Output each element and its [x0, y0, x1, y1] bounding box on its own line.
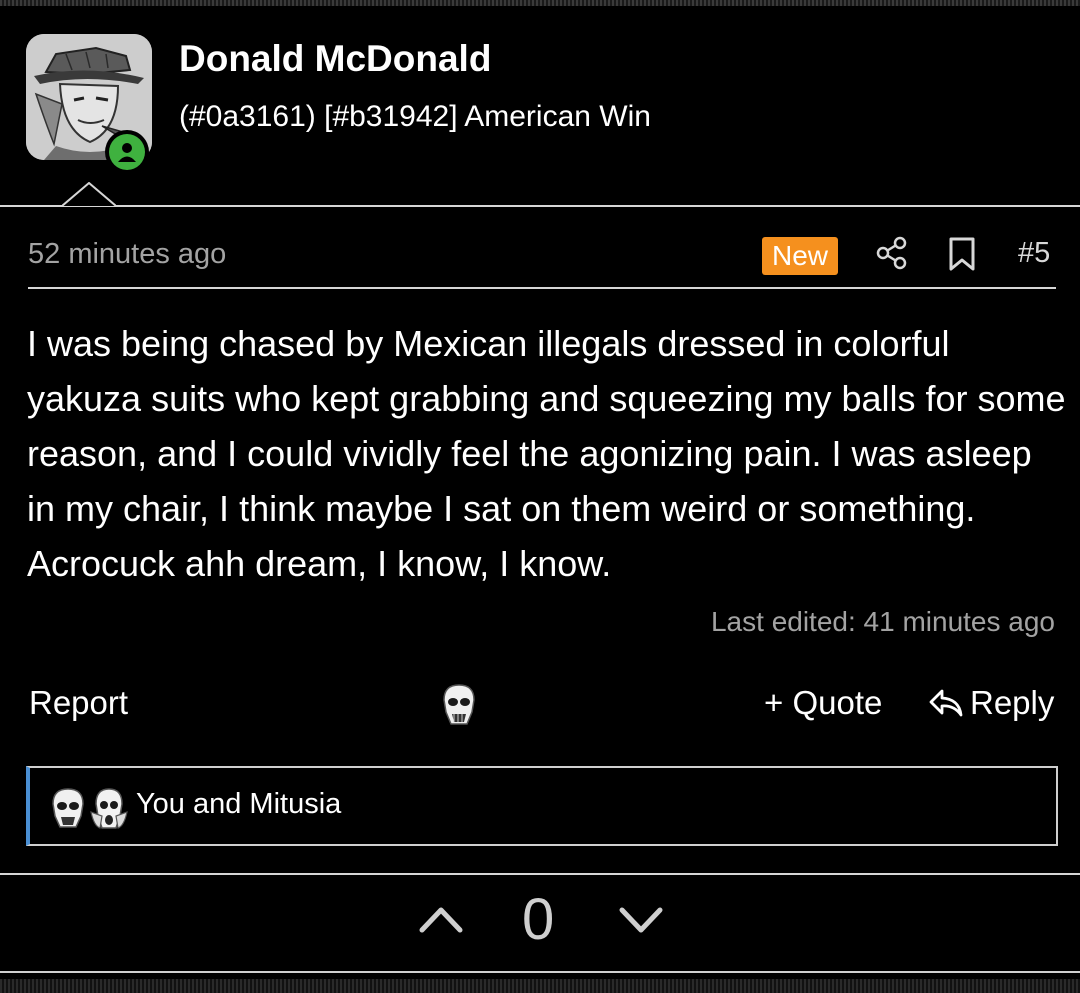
author-name[interactable]: Donald McDonald [179, 38, 491, 80]
bookmark-icon[interactable] [946, 237, 978, 271]
arrow-notch [62, 182, 116, 207]
new-badge: New [762, 237, 839, 275]
last-edited: Last edited: 41 minutes ago [710, 606, 1055, 637]
post-timestamp[interactable]: 52 minutes ago [28, 238, 226, 271]
share-icon[interactable] [875, 236, 909, 270]
report-button[interactable]: Report [29, 684, 128, 722]
post-body: I was being chased by Mexican illegals d… [27, 323, 1066, 584]
reactions-bar[interactable]: You and Mitusia [26, 766, 1058, 846]
reaction-names[interactable]: You and Mitusia [136, 788, 341, 821]
reaction-face-icon[interactable] [440, 682, 478, 726]
reaction-hands-face-icon [90, 788, 128, 829]
author-title: (#0a3161) [#b31942] American Win [179, 100, 651, 133]
vote-count: 0 [522, 887, 555, 952]
reply-label: Reply [970, 684, 1055, 721]
online-status-icon [105, 130, 149, 174]
reply-button[interactable]: Reply [928, 684, 1054, 722]
quote-button[interactable]: + Quote [764, 684, 882, 722]
header-divider [0, 205, 1080, 207]
footer-divider [0, 873, 1080, 875]
post-number[interactable]: #5 [1018, 237, 1050, 270]
vote-up-icon[interactable] [418, 902, 464, 936]
top-edge [0, 0, 1080, 6]
post-header-divider [28, 287, 1056, 289]
bottom-edge [0, 971, 1080, 993]
reaction-face-icon [52, 788, 84, 828]
vote-down-icon[interactable] [618, 902, 664, 936]
reply-arrow-icon [929, 689, 963, 717]
